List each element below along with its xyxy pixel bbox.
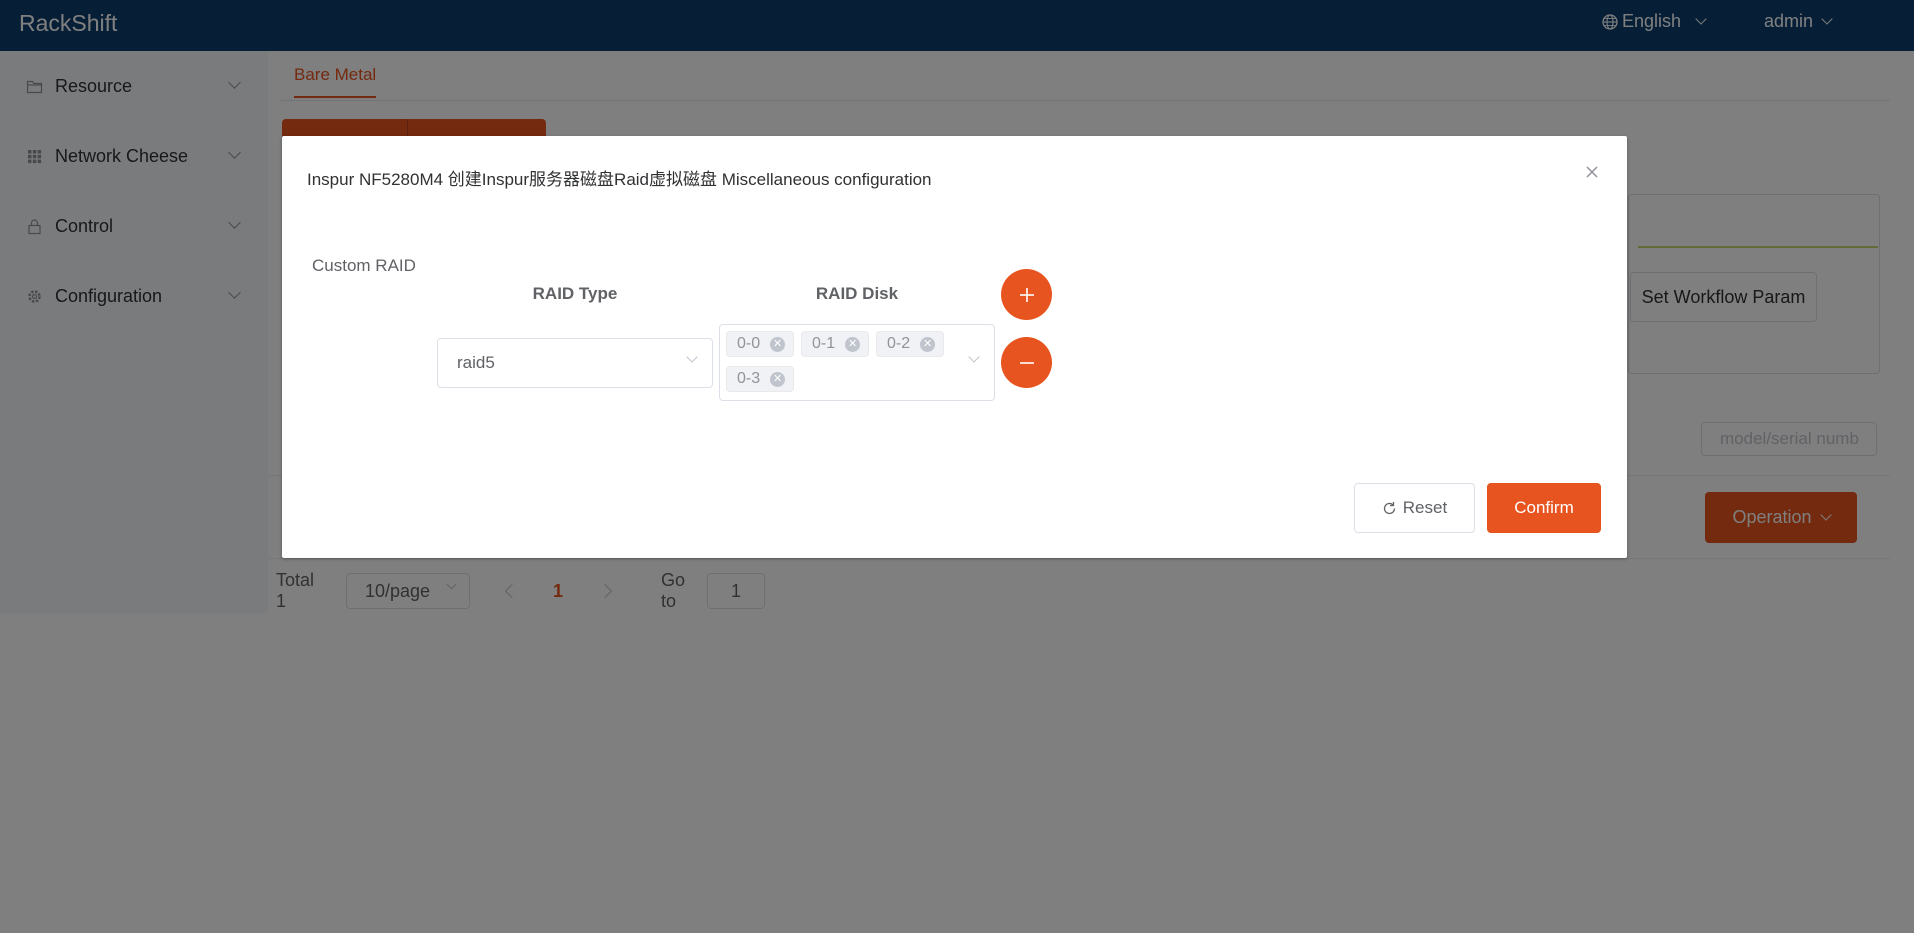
disk-tag: 0-2 ✕: [876, 331, 944, 357]
disk-tag-label: 0-2: [887, 335, 911, 352]
disk-tag: 0-0 ✕: [726, 331, 794, 357]
plus-icon: [1019, 287, 1034, 302]
reset-label: Reset: [1402, 498, 1448, 517]
close-icon[interactable]: [1583, 163, 1601, 181]
raid-type-value: raid5: [457, 353, 495, 372]
raid-type-select[interactable]: raid5: [437, 338, 713, 388]
remove-row-button[interactable]: [1001, 337, 1052, 388]
confirm-button[interactable]: Confirm: [1487, 483, 1601, 533]
disk-tag-label: 0-1: [812, 335, 836, 352]
close-circle-icon[interactable]: ✕: [845, 336, 861, 352]
disk-tag-label: 0-0: [737, 335, 761, 352]
disk-tag: 0-3 ✕: [726, 366, 794, 392]
refresh-icon: [1383, 501, 1395, 514]
raid-config-dialog: Inspur NF5280M4 创建Inspur服务器磁盘Raid虚拟磁盘 Mi…: [282, 136, 1627, 558]
close-circle-icon[interactable]: ✕: [920, 336, 936, 352]
raid-disk-select[interactable]: 0-0 ✕ 0-1 ✕ 0-2 ✕ 0-3 ✕: [719, 324, 995, 401]
raid-type-header: RAID Type: [532, 284, 618, 303]
minus-icon: [1019, 361, 1034, 364]
chevron-down-icon: [968, 351, 980, 363]
chevron-down-icon: [686, 351, 698, 363]
disk-tag: 0-1 ✕: [801, 331, 869, 357]
close-circle-icon[interactable]: ✕: [770, 336, 786, 352]
custom-raid-label: Custom RAID: [312, 256, 416, 275]
raid-disk-header: RAID Disk: [815, 284, 899, 303]
add-row-button[interactable]: [1001, 269, 1052, 320]
dialog-title: Inspur NF5280M4 创建Inspur服务器磁盘Raid虚拟磁盘 Mi…: [307, 170, 932, 189]
close-circle-icon[interactable]: ✕: [770, 371, 786, 387]
disk-tag-label: 0-3: [737, 370, 761, 387]
reset-button[interactable]: Reset: [1354, 483, 1475, 533]
